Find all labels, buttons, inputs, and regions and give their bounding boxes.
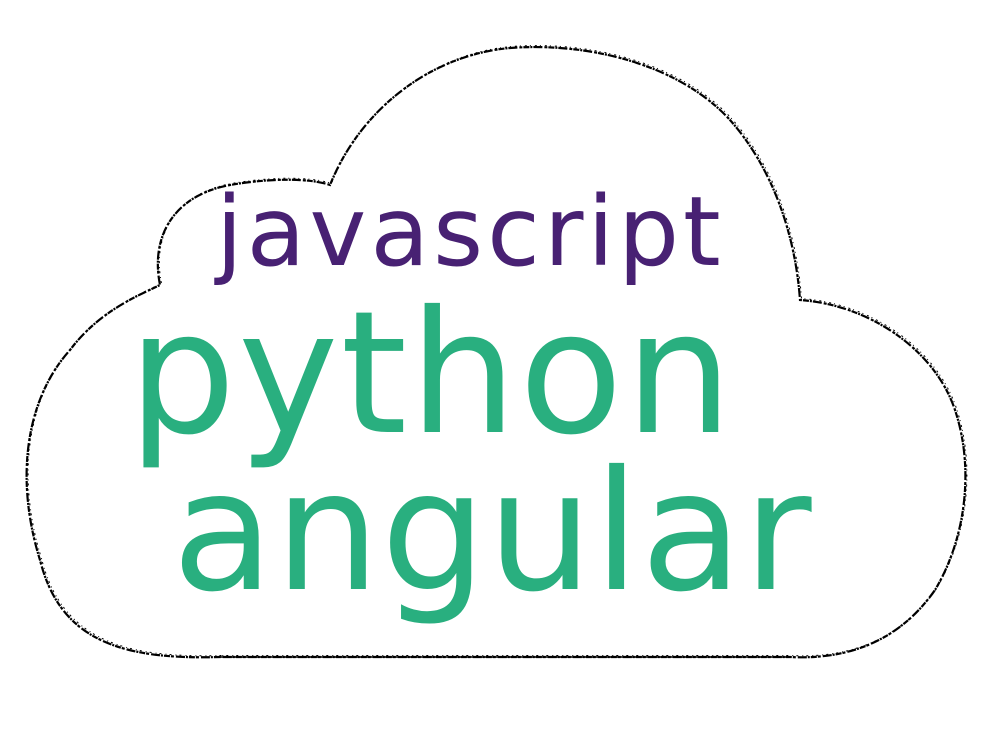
word-python: python	[128, 275, 735, 473]
word-angular: angular	[172, 436, 813, 629]
word-javascript: javascript	[216, 176, 725, 288]
word-cloud-canvas: javascript python angular	[0, 0, 994, 738]
